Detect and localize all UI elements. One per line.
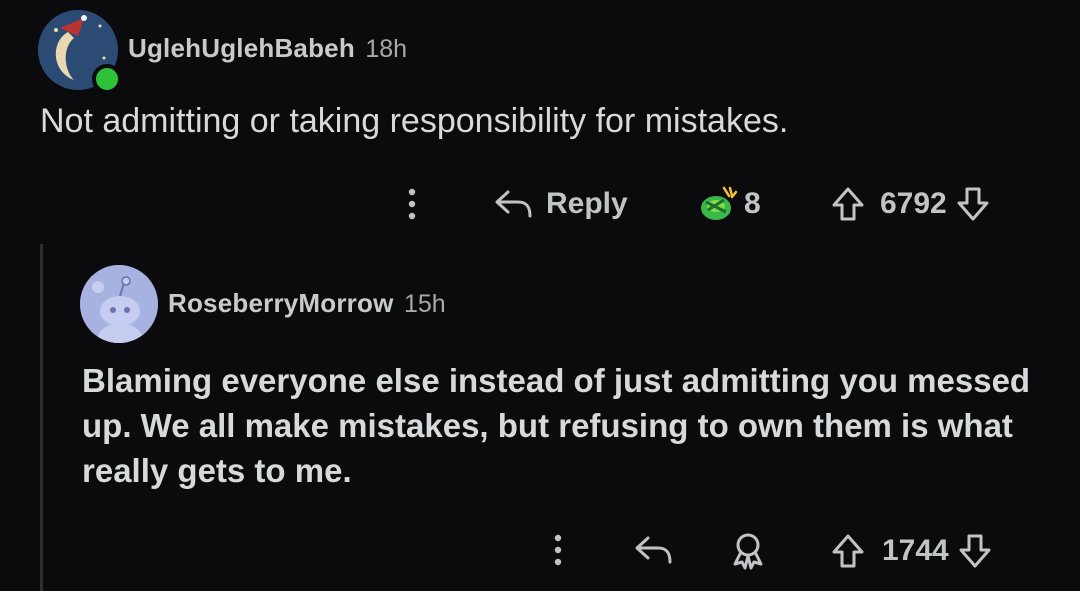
reply-reply-icon[interactable]: [634, 532, 674, 568]
score: 6792: [880, 187, 947, 220]
upvote-icon[interactable]: [830, 184, 866, 224]
reply-username[interactable]: RoseberryMorrow: [168, 288, 394, 318]
timestamp: 18h: [365, 35, 408, 63]
comment-body: Not admitting or taking responsibility f…: [40, 102, 789, 140]
reply-award-icon[interactable]: [730, 530, 766, 570]
online-status-dot: [92, 64, 122, 94]
reply-downvote-icon[interactable]: [957, 531, 993, 571]
reply-more-icon[interactable]: [548, 530, 568, 570]
award-count: 8: [744, 187, 761, 220]
reply-icon: [494, 186, 534, 222]
reply-avatar[interactable]: [80, 265, 158, 343]
more-icon[interactable]: [402, 184, 422, 224]
username[interactable]: UglehUglehBabeh: [128, 33, 355, 63]
award-button[interactable]: 8: [696, 182, 761, 226]
reply-score: 1744: [882, 534, 949, 567]
award-icon: [696, 182, 740, 226]
downvote-icon[interactable]: [955, 184, 991, 224]
thread-line[interactable]: [40, 244, 43, 591]
reply-label: Reply: [546, 187, 628, 220]
reply-vote-controls: 1744: [830, 530, 993, 572]
reply-upvote-icon[interactable]: [830, 531, 866, 571]
reply-body: Blaming everyone else instead of just ad…: [82, 362, 1031, 489]
reply-timestamp: 15h: [403, 290, 446, 318]
reply-button[interactable]: Reply: [494, 184, 628, 224]
vote-controls: 6792: [830, 182, 991, 226]
